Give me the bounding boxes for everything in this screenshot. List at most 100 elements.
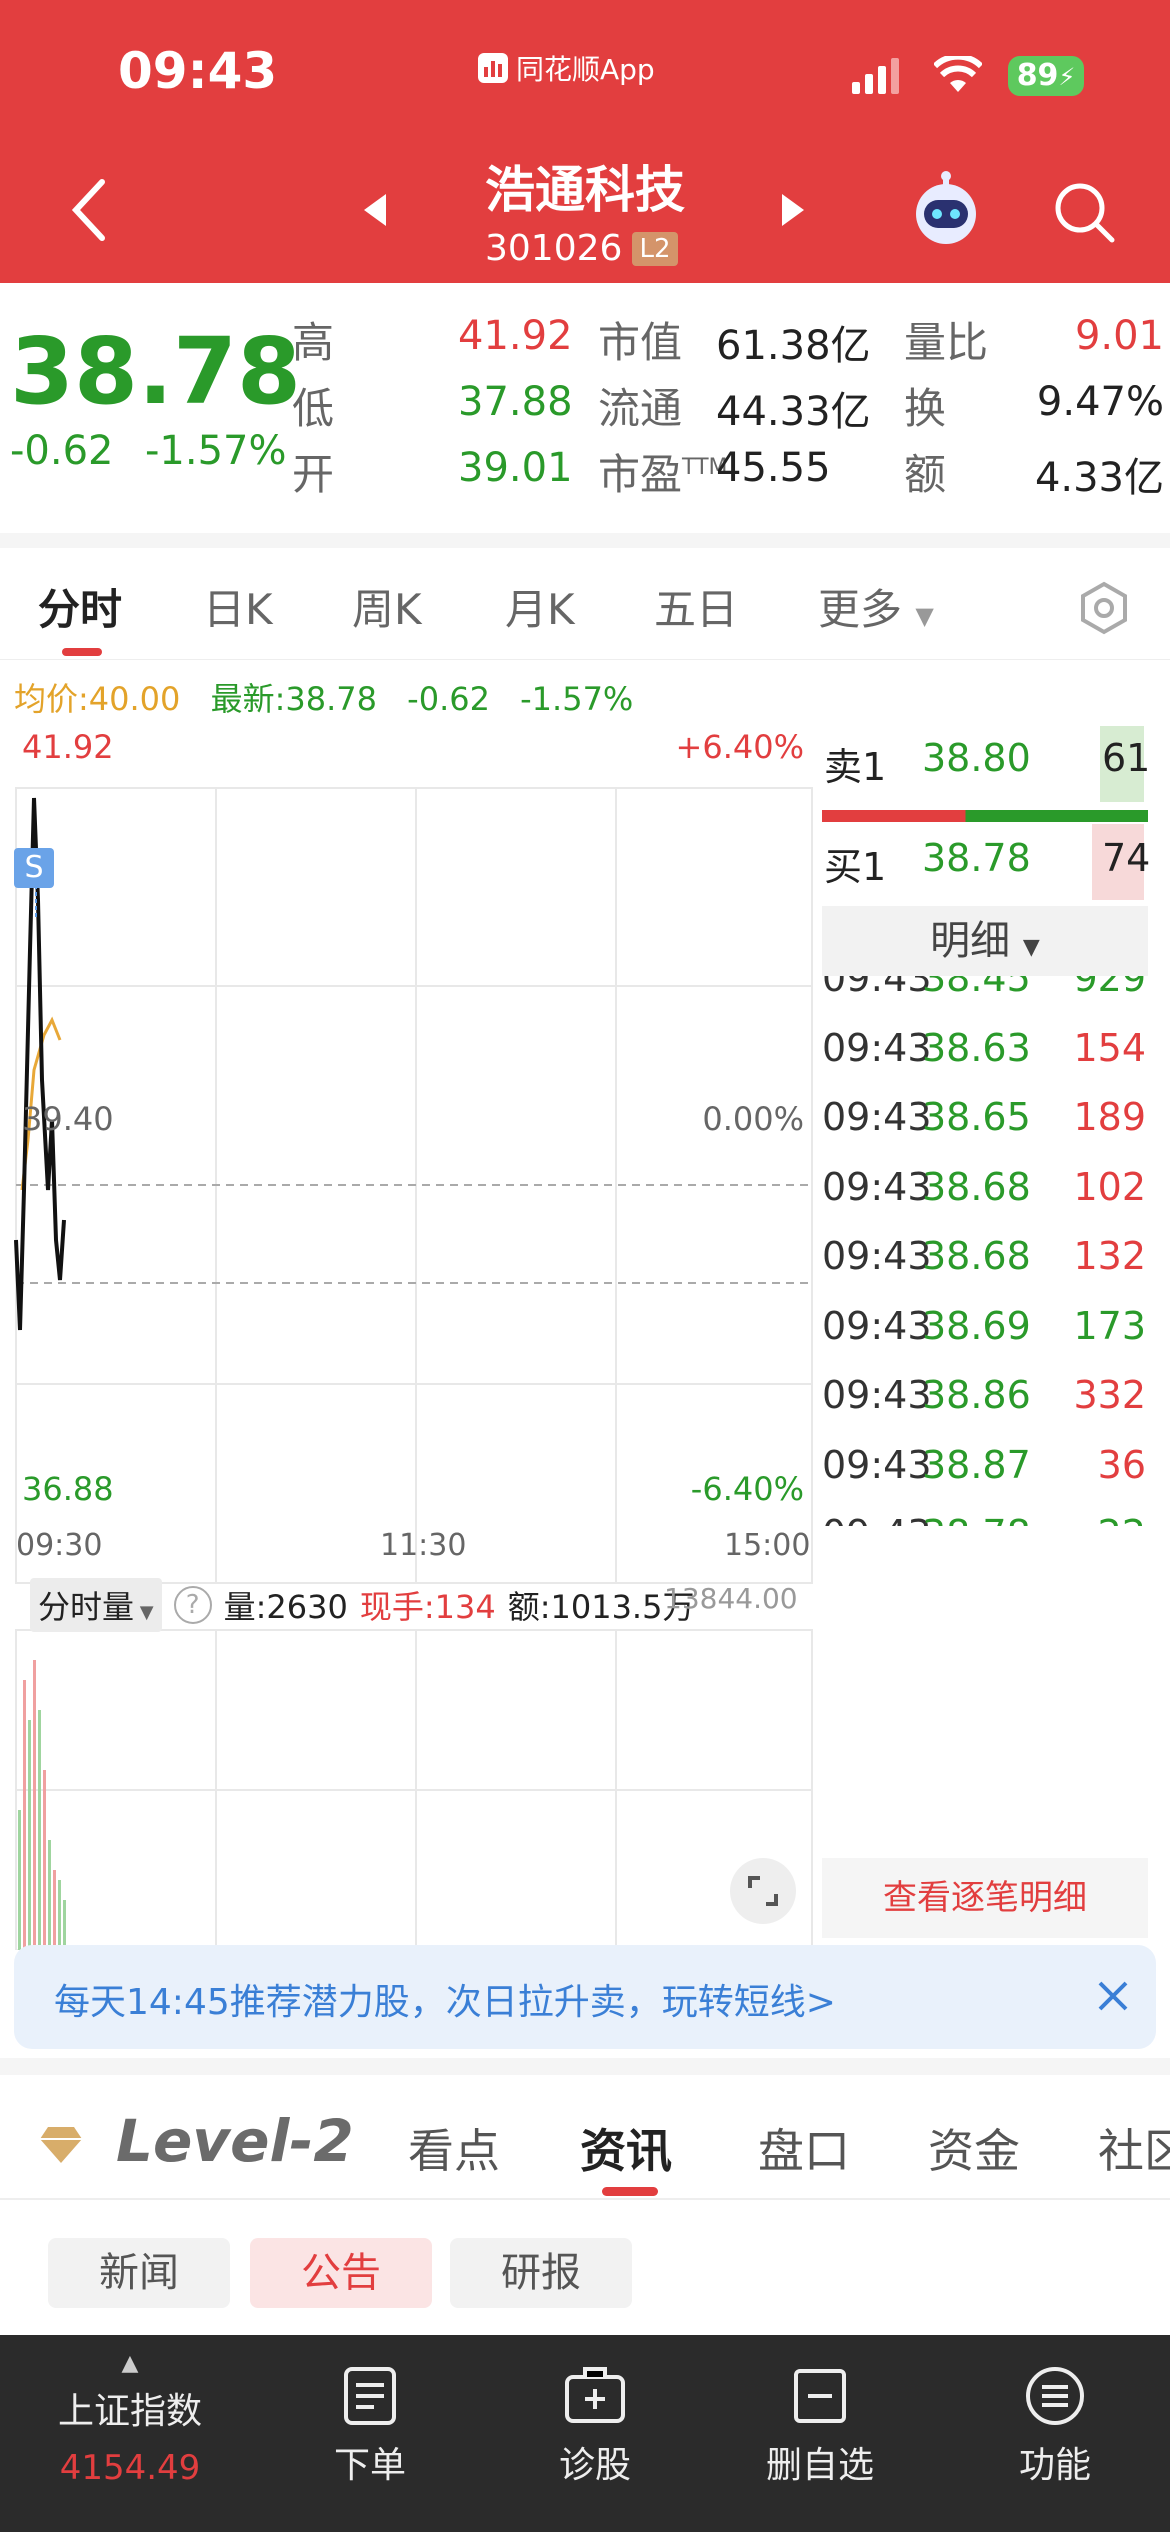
settings-hexagon-icon[interactable]	[1076, 580, 1132, 640]
menu-circle-icon	[1026, 2367, 1084, 2425]
order-button[interactable]: 下单	[290, 2365, 450, 2488]
search-icon[interactable]	[1052, 180, 1116, 248]
stat-label-volratio: 量比	[904, 318, 989, 367]
trade-time: 09:43	[822, 1373, 932, 1417]
stat-value-low: 37.88	[458, 379, 573, 425]
pe-label-text: 市盈	[598, 450, 683, 499]
help-icon[interactable]: ?	[173, 1586, 212, 1624]
tab-news-info[interactable]: 资讯	[580, 2115, 672, 2181]
trade-qty: 36	[1097, 1442, 1146, 1487]
l2-badge: L2	[632, 232, 678, 266]
tab-daily-k[interactable]: 日K	[203, 576, 273, 637]
stock-code: 301026	[485, 228, 623, 269]
status-time: 09:43	[118, 42, 278, 100]
latest-change: -0.62	[407, 680, 490, 718]
trade-time: 09:43	[822, 976, 932, 1000]
trade-qty: 154	[1073, 1025, 1146, 1070]
subtab-announcements[interactable]: 公告	[250, 2238, 432, 2308]
index-ticker[interactable]: ▲ 上证指数 4154.49	[30, 2351, 230, 2488]
tab-monthly-k[interactable]: 月K	[505, 576, 575, 637]
sell1-qty: 61	[1102, 736, 1151, 780]
current-hand-value: 现手:134	[359, 1588, 496, 1626]
tab-order-book[interactable]: 盘口	[758, 2115, 850, 2181]
prev-stock-icon[interactable]	[362, 192, 388, 232]
price-change-pct: -1.57%	[145, 428, 287, 474]
detail-label: 明细	[930, 918, 1011, 964]
trade-qty: 929	[1073, 976, 1146, 1000]
trade-time: 09:43	[822, 1303, 932, 1348]
next-stock-icon[interactable]	[780, 192, 806, 232]
tab-community[interactable]: 社区	[1098, 2115, 1170, 2181]
buy1-qty: 74	[1102, 836, 1151, 880]
trade-list[interactable]: 09:43 38.45 929 09:43 38.63 154 09:43 38.65 189 0…	[0, 976, 1170, 1526]
trade-price: 38.45	[922, 976, 1031, 1000]
wifi-icon	[932, 53, 984, 98]
robot-assistant-icon[interactable]	[906, 170, 986, 254]
news-sub-tabs: 新闻 公告 研报	[0, 2200, 1170, 2330]
back-chevron-icon[interactable]	[70, 178, 110, 246]
view-all-trades-button[interactable]: 查看逐笔明细	[822, 1858, 1148, 1938]
stat-label-pe: 市盈TTM	[598, 441, 728, 502]
volume-info-row: 分时量 ▼ ? 量:2630 现手:134 额:1013.5万	[30, 1578, 694, 1632]
subtab-research[interactable]: 研报	[450, 2238, 632, 2308]
stat-label-amount: 额	[904, 450, 947, 499]
tab-five-day[interactable]: 五日	[654, 576, 738, 637]
tab-level2[interactable]: Level-2	[116, 2107, 354, 2175]
banner-text: 每天14:45推荐潜力股，次日拉升卖，玩转短线>	[54, 1982, 836, 2023]
stat-value-turnover: 9.47%	[1036, 379, 1164, 425]
fullscreen-expand-icon[interactable]	[730, 1858, 796, 1924]
battery-icon: 89⚡	[1008, 56, 1084, 96]
tab-highlights[interactable]: 看点	[408, 2115, 500, 2181]
diagnose-button[interactable]: 诊股	[515, 2365, 675, 2488]
sell1-price: 38.80	[922, 736, 1031, 780]
trade-qty: 189	[1073, 1095, 1146, 1139]
trade-price: 38.68	[922, 1234, 1031, 1278]
trade-qty: 102	[1073, 1164, 1146, 1209]
remove-watchlist-button[interactable]: 删自选	[740, 2365, 900, 2488]
close-icon[interactable]	[1096, 1979, 1130, 2022]
promo-banner[interactable]: 每天14:45推荐潜力股，次日拉升卖，玩转短线>	[14, 1945, 1156, 2049]
current-price: 38.78	[10, 318, 302, 425]
stat-label-turnover: 换	[904, 384, 947, 433]
trade-qty: 22	[1098, 1512, 1146, 1526]
trade-time: 09:43	[822, 1164, 932, 1209]
intraday-chart-area: 均价:40.00 最新:38.78 -0.62 -1.57% 41.92 +6.…	[0, 660, 1170, 1950]
functions-button[interactable]: 功能	[975, 2365, 1135, 2488]
trade-time: 09:43	[822, 1512, 932, 1526]
subtab-news[interactable]: 新闻	[48, 2238, 230, 2308]
stat-label-low: 低	[292, 384, 335, 433]
trade-row: 09:43 38.69 173	[822, 1304, 1152, 1373]
dropdown-caret-icon: ▼	[1022, 935, 1040, 960]
trade-row: 09:43 38.68 102	[822, 1165, 1152, 1234]
buy1-label: 买1	[824, 845, 887, 889]
tab-weekly-k[interactable]: 周K	[352, 576, 422, 637]
time-start-label: 09:30	[16, 1528, 103, 1563]
diagnose-label: 诊股	[558, 2445, 631, 2486]
latest-price-label: 最新:38.78	[210, 680, 377, 718]
sell1-label: 卖1	[824, 745, 887, 789]
stat-value-high: 41.92	[458, 313, 573, 359]
app-name: 同花顺App	[516, 53, 655, 86]
trade-price: 38.86	[922, 1373, 1031, 1417]
battery-level: 89	[1016, 58, 1059, 93]
detail-dropdown[interactable]: 明细 ▼	[822, 906, 1148, 976]
avg-price-label: 均价:40.00	[14, 680, 181, 718]
index-value: 4154.49	[59, 2448, 201, 2488]
trade-price: 38.78	[922, 1512, 1031, 1526]
trade-row: 09:4338.78 22	[822, 1512, 1152, 1526]
trade-time: 09:43	[822, 1234, 932, 1278]
up-arrow-icon: ▲	[121, 2351, 139, 2376]
volume-selector[interactable]: 分时量 ▼	[30, 1578, 162, 1632]
sell1-row[interactable]: 卖1 38.80 61	[822, 726, 1152, 802]
volume-selector-label: 分时量	[38, 1588, 135, 1626]
sell-marker[interactable]: S	[14, 848, 54, 888]
stat-value-pe: 45.55	[716, 445, 831, 491]
tab-more[interactable]: 更多 ▼	[818, 576, 934, 637]
stat-value-volratio: 9.01	[1074, 313, 1164, 359]
tab-timeshare[interactable]: 分时	[38, 576, 122, 637]
trade-time: 09:43	[822, 1442, 932, 1487]
chart-pct-high-label: +6.40%	[675, 728, 804, 766]
buy1-row[interactable]: 买1 38.78 74	[822, 824, 1152, 900]
buy1-price: 38.78	[922, 836, 1031, 880]
tab-capital-flow[interactable]: 资金	[928, 2115, 1020, 2181]
